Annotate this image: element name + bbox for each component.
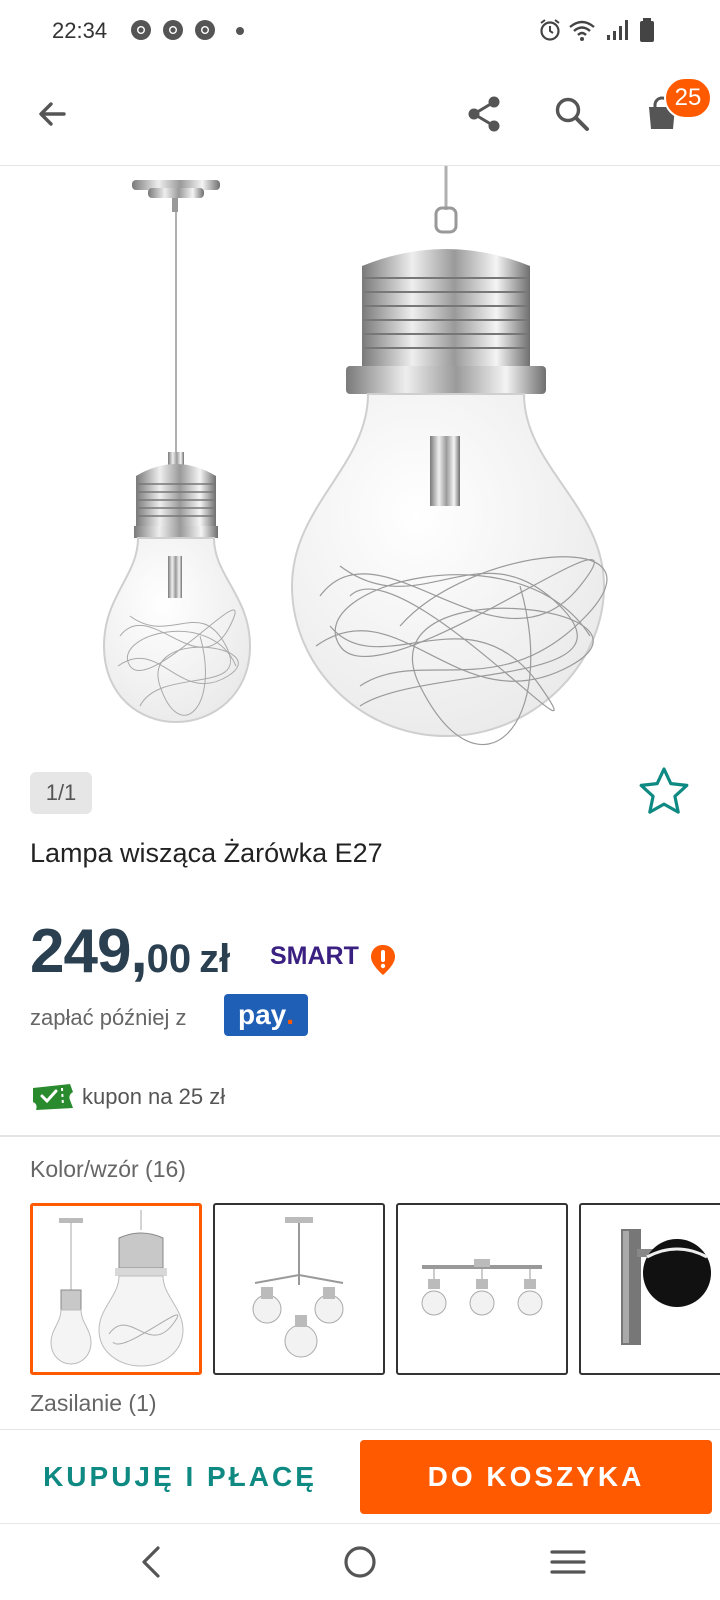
smart-exclamation-icon [371, 945, 395, 975]
share-icon [468, 96, 500, 132]
system-nav-bar [0, 1523, 720, 1600]
product-image[interactable] [0, 166, 720, 756]
search-button[interactable] [544, 86, 600, 142]
app-bar [0, 62, 720, 166]
share-button[interactable] [456, 86, 512, 142]
image-counter: 1/1 [30, 772, 92, 814]
variant-wall-spot[interactable] [579, 1203, 720, 1375]
section-divider [0, 1135, 720, 1137]
chrome-icon [131, 20, 151, 40]
buy-now-button[interactable]: KUPUJĘ I PŁACĘ [0, 1430, 360, 1524]
star-outline-icon [639, 767, 689, 814]
price-integer: 249, [30, 917, 148, 986]
coupon-ticket-icon [33, 1084, 73, 1110]
status-time: 22:34 [52, 18, 108, 43]
cart-count-badge: 25 [664, 77, 712, 119]
variants-carousel[interactable] [30, 1203, 720, 1375]
variant-triple-bar-image [421, 1259, 543, 1316]
product-title: Lampa wisząca Żarówka E27 [30, 838, 383, 868]
variant-bulb-pendant-image [50, 1210, 184, 1367]
coupon-text[interactable]: kupon na 25 zł [82, 1084, 225, 1110]
status-bar: 22:34 [0, 0, 720, 62]
pay-logo-dot: . [286, 999, 295, 1030]
product-price: 249,00 zł [30, 916, 230, 987]
battery-icon [640, 18, 654, 42]
nav-back-icon[interactable] [130, 1540, 174, 1584]
action-bar: KUPUJĘ I PŁACĘ DO KOSZYKA [0, 1429, 720, 1523]
variant-chandelier-image [252, 1217, 344, 1358]
pay-later-text: zapłać później z [30, 1005, 187, 1030]
nav-home-icon[interactable] [338, 1540, 382, 1584]
search-icon [555, 97, 589, 131]
bulb-lamps-photo [102, 166, 608, 746]
add-to-cart-button[interactable]: DO KOSZYKA [360, 1440, 712, 1514]
favorite-button[interactable] [636, 764, 692, 820]
smart-label: SMART [270, 942, 359, 970]
price-currency: zł [199, 937, 231, 981]
chrome-icon [163, 20, 183, 40]
power-label: Zasilanie (1) [30, 1390, 157, 1416]
variants-label: Kolor/wzór (16) [30, 1156, 186, 1182]
signal-icon [607, 20, 628, 40]
more-notifications-dot [236, 27, 244, 35]
arrow-back-icon [39, 102, 66, 126]
back-button[interactable] [24, 86, 80, 142]
variant-chandelier[interactable] [213, 1203, 385, 1375]
nav-recents-icon[interactable] [546, 1540, 590, 1584]
alarm-icon [540, 19, 560, 41]
wifi-icon [569, 20, 595, 41]
pay-logo-text: pay [237, 999, 287, 1030]
variant-bulb-pendant[interactable] [30, 1203, 202, 1375]
chrome-icon [195, 20, 215, 40]
variant-triple-bar[interactable] [396, 1203, 568, 1375]
price-decimal: 00 [146, 937, 192, 981]
variant-wall-spot-image [621, 1229, 711, 1345]
pay-logo[interactable]: pay. [224, 994, 308, 1036]
